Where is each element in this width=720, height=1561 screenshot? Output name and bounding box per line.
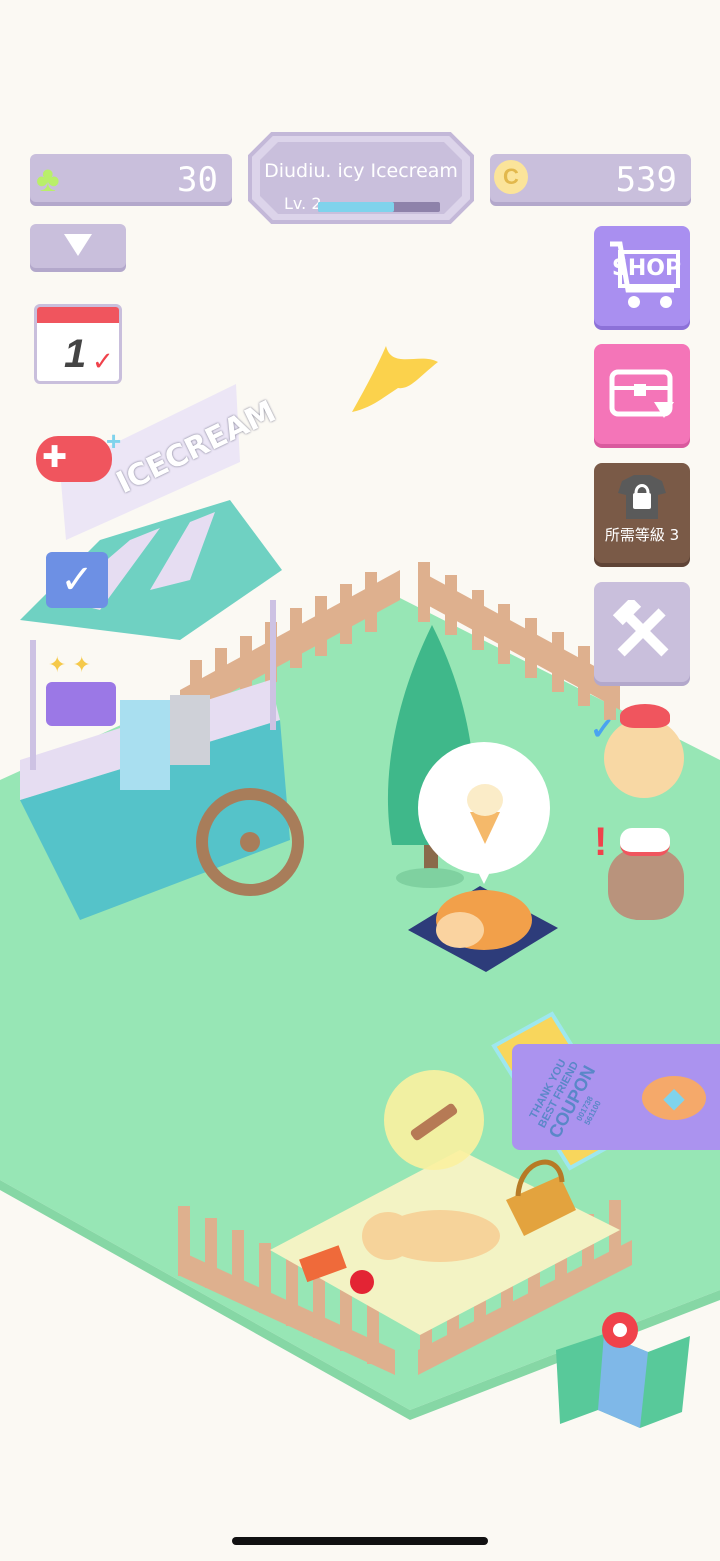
chef-hat-icon — [620, 828, 670, 856]
calendar-day: 1 — [64, 332, 87, 376]
level-label: Lv. 2 — [284, 194, 322, 213]
shop-name-plate[interactable]: Diudiu. icy Icecream Lv. 2 — [248, 132, 474, 224]
treasure-chest-icon — [609, 369, 674, 418]
locked-shirt-icon — [618, 475, 666, 519]
clover-icon: ♣ — [36, 158, 60, 199]
clover-counter[interactable]: ♣ 30 — [30, 154, 232, 202]
coin-count: 539 — [615, 160, 677, 200]
shop-name: Diudiu. icy Icecream — [264, 160, 458, 182]
dog-customer[interactable]: ✓ — [590, 700, 694, 812]
locked-level-label: 所需等級 3 — [604, 526, 680, 544]
clover-count: 30 — [177, 160, 218, 200]
cat-customer[interactable]: ! — [590, 818, 690, 936]
sparkle-icon: ✦ ✦ — [48, 652, 91, 677]
plus-icon: + — [106, 426, 122, 456]
daily-calendar-button[interactable]: 1 ✓ — [34, 296, 124, 386]
dog-face — [604, 718, 684, 798]
chevron-down-icon — [64, 234, 92, 256]
gift-box-icon — [46, 682, 116, 726]
level-progress-track — [318, 202, 440, 212]
hammer-wrench-icon — [612, 600, 669, 657]
beret-icon — [620, 704, 670, 728]
level-progress-fill — [318, 202, 394, 212]
banana-peel-icon — [352, 346, 438, 412]
gift-chest-button[interactable] — [594, 344, 690, 444]
task-check-button[interactable]: ✓ — [46, 546, 110, 610]
diamond-icon: ◆ — [642, 1076, 706, 1120]
tools-button[interactable] — [594, 582, 690, 682]
shopping-cart-icon — [610, 241, 680, 308]
collapse-menu-button[interactable] — [30, 224, 126, 268]
coin-counter[interactable]: C 539 — [490, 154, 691, 202]
cat-face — [608, 848, 684, 920]
sleeping-dog — [362, 1210, 500, 1262]
gamepad-icon: ✚ — [36, 436, 112, 482]
task-check-icon: ✓ — [46, 552, 108, 608]
gamepad-button[interactable]: ✚ + — [36, 426, 122, 488]
home-indicator[interactable] — [232, 1537, 488, 1545]
locked-outfit-button[interactable]: 所需等級 3 — [594, 463, 690, 563]
coin-icon: C — [494, 160, 528, 194]
check-icon: ✓ — [92, 346, 114, 376]
alert-icon: ! — [594, 820, 608, 864]
comb-bubble — [384, 1070, 484, 1170]
shop-button[interactable]: SHOP — [594, 226, 690, 326]
apple — [350, 1270, 374, 1294]
gift-box-button[interactable]: ✦ ✦ — [40, 652, 124, 736]
